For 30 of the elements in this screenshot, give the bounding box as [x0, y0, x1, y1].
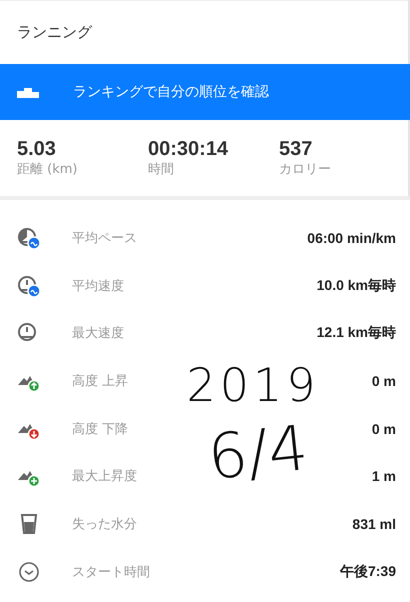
handwritten-note: 6/4	[205, 416, 311, 490]
stat-value: 5.03	[17, 138, 57, 160]
stat-value: 00:30:14	[148, 138, 230, 160]
metric-label: 高度 上昇	[72, 372, 128, 390]
stat-label: 時間	[148, 161, 175, 178]
stat-label: カロリー	[279, 161, 331, 178]
clock-icon	[17, 560, 41, 584]
stat-label: 距離 (km)	[17, 161, 78, 178]
handwritten-note: 2019	[186, 362, 320, 408]
metric-value: 0 m	[372, 372, 396, 389]
metric-label: 平均ペース	[72, 230, 137, 247]
metric-value: 831 ml	[352, 516, 396, 532]
metric-value: 午後7:39	[340, 562, 396, 581]
speedometer-icon	[17, 274, 41, 298]
metric-value: 10.0 km毎時	[316, 276, 396, 295]
metric-label: 平均速度	[72, 278, 124, 295]
metric-label: 高度 下降	[72, 420, 128, 438]
stat-value: 537	[279, 138, 314, 160]
speedometer-icon	[17, 226, 41, 250]
podium-icon	[17, 86, 39, 98]
metric-value: 06:00 min/km	[307, 230, 396, 246]
ranking-banner[interactable]: ランキングで自分の順位を確認	[0, 64, 410, 120]
metric-label: 最大上昇度	[72, 468, 137, 486]
metric-label: 失った水分	[72, 516, 137, 533]
screen-title: ランニング	[17, 23, 92, 42]
metric-value: 0 m	[372, 420, 396, 437]
metric-label: スタート時間	[72, 564, 150, 581]
metric-label: 最大速度	[72, 325, 124, 342]
metric-value: 1 m	[372, 468, 396, 484]
metric-value: 12.1 km毎時	[316, 324, 396, 342]
